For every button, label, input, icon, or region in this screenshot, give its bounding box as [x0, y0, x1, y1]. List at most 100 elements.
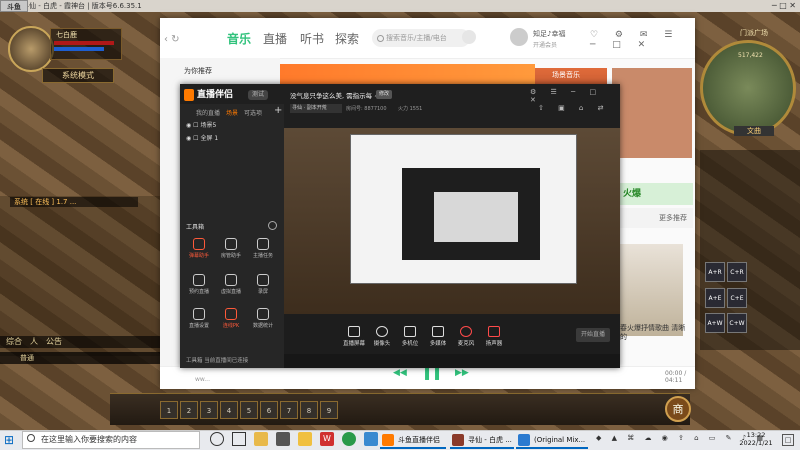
tool-record[interactable]: 录屏: [248, 272, 278, 302]
add-scene-icon[interactable]: +: [274, 105, 282, 116]
live-companion-window: 直播伴侣 测试 我的直播 场景 可选项 + ◉ ☐ 场景5 ◉ ☐ 全屏 1 工…: [180, 84, 620, 368]
live-status-text: 工具箱 当前直播间已连接: [186, 358, 249, 364]
tool-reserve[interactable]: 预约直播: [184, 272, 214, 302]
taskbar-app-douyu[interactable]: 斗鱼直播伴侣: [380, 431, 446, 449]
scene-item[interactable]: ◉ ☐ 场景5: [186, 121, 278, 131]
back-forward-icon[interactable]: ‹ ↻: [164, 34, 180, 45]
hotkey-slot[interactable]: 3: [200, 400, 218, 419]
wenqu-button[interactable]: 文曲: [734, 126, 774, 136]
task-view-icon[interactable]: [232, 432, 246, 446]
more-recommend[interactable]: 更多推荐: [615, 208, 693, 228]
music-search-input[interactable]: 搜索音乐/主播/电台: [372, 29, 470, 47]
chat-tab-notice[interactable]: 公告: [46, 336, 62, 348]
hotkey-slot[interactable]: 9: [320, 400, 338, 419]
tab-options[interactable]: 可选项: [244, 108, 262, 117]
hotkey-slot[interactable]: 1: [160, 400, 178, 419]
live-category-tag[interactable]: 寻仙 · 副本开荒: [290, 104, 342, 113]
search-icon: [377, 35, 384, 42]
tab-scene[interactable]: 场景: [226, 108, 238, 117]
tool-settings[interactable]: 直播设置: [184, 306, 214, 336]
file-explorer-icon[interactable]: [254, 432, 268, 446]
next-icon[interactable]: ▶▶: [455, 368, 469, 378]
character-portrait[interactable]: [8, 26, 54, 72]
clock-time: 13:22: [746, 431, 766, 439]
taskbar-clock[interactable]: 13:22 2022/1/21: [736, 431, 776, 447]
hotkey-slot[interactable]: 6: [260, 400, 278, 419]
speaker-icon: [488, 326, 500, 337]
skill-slot[interactable]: A+E: [705, 288, 725, 308]
camera-button[interactable]: 摄像头: [368, 326, 396, 347]
music-tab-audiobook[interactable]: 听书: [300, 30, 324, 47]
cortana-icon[interactable]: [210, 432, 224, 446]
shop-button[interactable]: 商: [665, 396, 691, 422]
tool-task[interactable]: 主播任务: [248, 236, 278, 266]
tool-danmu[interactable]: 弹幕助手: [184, 236, 214, 266]
music-tab-live[interactable]: 直播: [263, 30, 287, 47]
microphone-icon[interactable]: [462, 30, 476, 44]
hot-card[interactable]: 火爆: [615, 183, 693, 205]
edit-title-button[interactable]: 修改: [376, 90, 392, 99]
playlist-card[interactable]: [612, 68, 692, 158]
chat-tab-general[interactable]: 综合: [6, 336, 22, 348]
live-window-controls[interactable]: ⚙ ☰ ─ □ ✕: [530, 88, 620, 104]
music-tab-explore[interactable]: 探索: [335, 30, 359, 47]
calendar-icon: [193, 274, 205, 286]
skill-slot[interactable]: C+E: [727, 288, 747, 308]
multi-camera-button[interactable]: 多机位: [396, 326, 424, 347]
music-tab-music[interactable]: 音乐: [227, 30, 251, 47]
chat-tab-person[interactable]: 人: [30, 336, 38, 348]
toolbar-label: 直播屏幕: [342, 341, 365, 347]
hotkey-slot[interactable]: 8: [300, 400, 318, 419]
game-window-controls[interactable]: ─ □ ✕: [772, 0, 796, 12]
notification-icon[interactable]: □: [782, 434, 794, 446]
taskbar-app-game[interactable]: 寻仙 - 白虎 ...: [450, 431, 514, 449]
hotkey-slot[interactable]: 7: [280, 400, 298, 419]
windows-start-icon[interactable]: ⊞: [4, 433, 18, 447]
artist-card[interactable]: [617, 244, 683, 336]
screen-capture-button[interactable]: 直播屏幕: [340, 326, 368, 347]
folder-icon[interactable]: [298, 432, 312, 446]
chat-input[interactable]: 普通: [0, 352, 160, 364]
chat-system-tab[interactable]: 系统: [14, 198, 28, 206]
app-icon[interactable]: [364, 432, 378, 446]
sidebar-item-for-you[interactable]: 为你推荐: [184, 66, 212, 76]
tool-stats[interactable]: 数据统计: [248, 306, 278, 336]
username[interactable]: 知足♪幸福: [533, 29, 565, 39]
skill-hotbar: 1 2 3 4 5 6 7 8 9: [110, 393, 690, 425]
start-live-button[interactable]: 开始直播: [576, 328, 610, 342]
avatar[interactable]: [510, 28, 528, 46]
tool-virtual[interactable]: 虚拟直播: [216, 272, 246, 302]
wps-icon[interactable]: W: [320, 432, 334, 446]
tab-my-live[interactable]: 我的直播: [196, 108, 220, 117]
taskbar-app-music[interactable]: (Original Mix...: [516, 431, 588, 449]
tool-room-admin[interactable]: 房管助手: [216, 236, 246, 266]
hotkey-slot[interactable]: 2: [180, 400, 198, 419]
microphone-button[interactable]: 麦克风: [452, 326, 480, 347]
app-icon[interactable]: [276, 432, 290, 446]
skill-slot[interactable]: C+R: [727, 262, 747, 282]
skill-slot[interactable]: A+W: [705, 313, 725, 333]
media-button[interactable]: 多媒体: [424, 326, 452, 347]
tools-label: 工具箱: [186, 224, 205, 231]
mode-button[interactable]: 系统模式: [42, 68, 114, 83]
more-icon[interactable]: [268, 221, 277, 230]
hotkey-slot[interactable]: 5: [240, 400, 258, 419]
hotkey-slot[interactable]: 4: [220, 400, 238, 419]
browser-icon[interactable]: [342, 432, 356, 446]
game-icon: [452, 434, 464, 446]
pause-icon[interactable]: ❚❚: [422, 366, 442, 380]
scene-item[interactable]: ◉ ☐ 全屏 1: [186, 134, 278, 144]
tool-label: 直播设置: [188, 323, 209, 329]
admin-icon: [225, 238, 237, 250]
previous-icon[interactable]: ◀◀: [393, 368, 407, 378]
tool-pk[interactable]: 连线PK: [216, 306, 246, 336]
skill-slot[interactable]: A+R: [705, 262, 725, 282]
speaker-button[interactable]: 扬声器: [480, 326, 508, 347]
tool-label: 连线PK: [222, 323, 240, 329]
taskbar-search-input[interactable]: 在这里输入你要搜索的内容: [22, 431, 200, 449]
tool-label: 虚拟直播: [220, 289, 241, 295]
vip-badge[interactable]: 开通会员: [533, 40, 557, 49]
music-window-controls[interactable]: ♡ ⚙ ✉ ☰ ─ □ ✕: [590, 30, 695, 50]
live-header-icons[interactable]: ⇧ ▣ ⌂ ⇄: [538, 104, 609, 112]
skill-slot[interactable]: C+W: [727, 313, 747, 333]
